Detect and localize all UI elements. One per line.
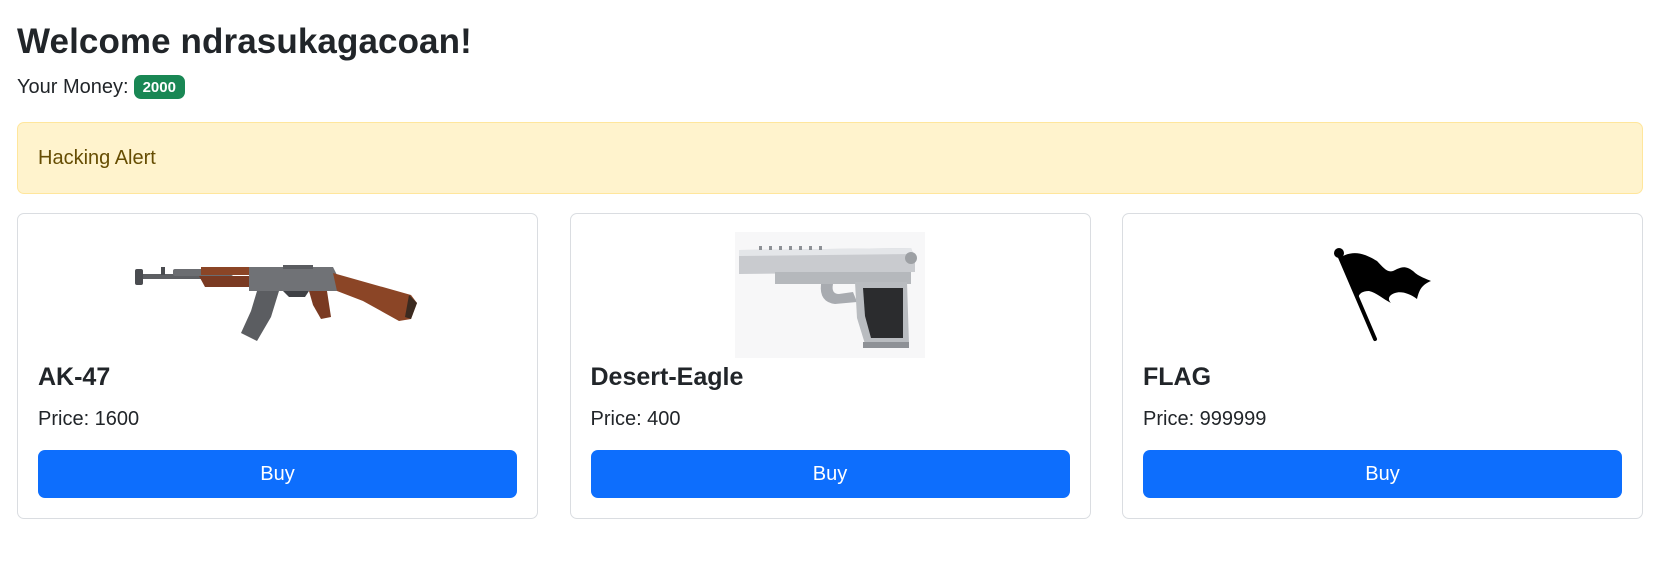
rifle-icon [134,265,417,341]
product-name: Desert-Eagle [590,363,744,391]
product-card-desert-eagle: Desert-Eagle Price: 400 Buy [569,213,1091,519]
hacking-alert: Hacking Alert [17,122,1643,194]
money-row: Your Money: 2000 [17,74,1650,100]
buy-button-desert-eagle[interactable]: Buy [590,450,1070,498]
shop-page: Welcome ndrasukagacoan! Your Money: 2000… [0,0,1667,585]
rifle-image [18,232,537,358]
pistol-icon [735,232,925,358]
product-card-flag: FLAG Price: 999999 Buy [1122,213,1643,519]
product-price: Price: 1600 [38,408,140,430]
flag-icon [1333,248,1431,341]
product-price: Price: 999999 [1143,408,1267,430]
product-name: FLAG [1143,363,1212,391]
money-label: Your Money: [17,76,129,98]
money-badge: 2000 [133,75,185,99]
welcome-heading: Welcome ndrasukagacoan! [17,22,472,61]
product-list: AK-47 Price: 1600 Buy Desert-Eagle Price… [17,213,1643,519]
product-price: Price: 400 [590,408,681,430]
product-name: AK-47 [38,363,111,391]
buy-button-flag[interactable]: Buy [1143,450,1622,498]
flag-image [1123,232,1642,358]
alert-text: Hacking Alert [38,146,156,169]
product-card-ak47: AK-47 Price: 1600 Buy [17,213,538,519]
pistol-image [571,232,1090,358]
buy-button-ak47[interactable]: Buy [38,450,517,498]
